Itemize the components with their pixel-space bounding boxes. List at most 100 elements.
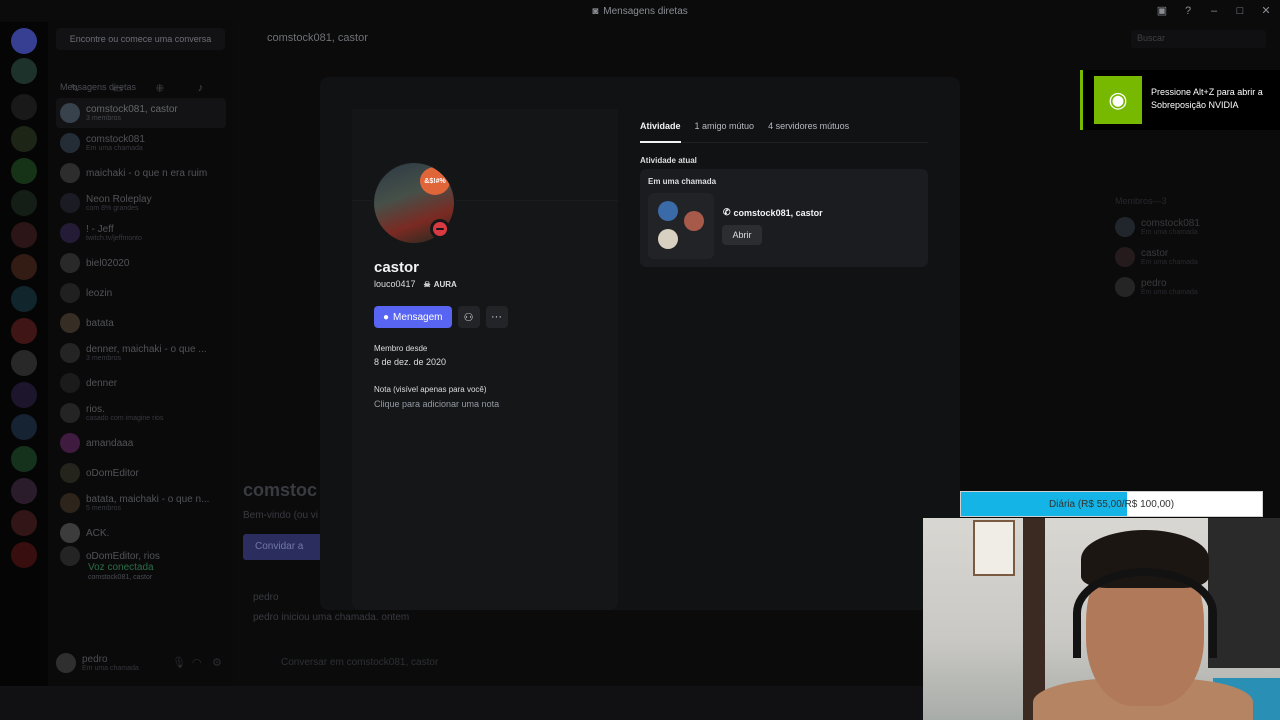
profile-username-row: louco0417 ☠ AURA bbox=[374, 279, 457, 289]
call-participants bbox=[648, 193, 714, 259]
tab-activity[interactable]: Atividade bbox=[640, 121, 681, 143]
activity-card: Em uma chamada ✆ comstock081, castor Abri… bbox=[640, 169, 928, 267]
member-item[interactable]: comstock081 Em uma chamada bbox=[1115, 212, 1280, 242]
avatar bbox=[658, 229, 678, 249]
profile-card: &$!#% castor louco0417 ☠ AURA ● Mensagem ⚇… bbox=[352, 109, 618, 610]
server-rail bbox=[0, 22, 48, 712]
member-since-date: 8 de dez. de 2020 bbox=[374, 357, 447, 367]
dm-item[interactable]: denner, maichaki - o que ... 3 membros bbox=[56, 338, 226, 368]
member-item[interactable]: pedro Em uma chamada bbox=[1115, 272, 1280, 302]
avatar bbox=[60, 103, 80, 123]
server-icon[interactable] bbox=[11, 414, 37, 440]
server-icon[interactable] bbox=[11, 350, 37, 376]
goal-text: Diária (R$ 55,00/R$ 100,00) bbox=[1048, 498, 1175, 510]
dm-item[interactable]: comstock081 Em uma chamada bbox=[56, 128, 226, 158]
note-input[interactable]: Clique para adicionar uma nota bbox=[374, 399, 499, 409]
member-item[interactable]: castor Em uma chamada bbox=[1115, 242, 1280, 272]
help-icon[interactable]: ? bbox=[1182, 5, 1194, 17]
tab-mutual-servers[interactable]: 4 servidores mútuos bbox=[768, 121, 849, 143]
server-icon[interactable] bbox=[11, 286, 37, 312]
dm-name: biel02020 bbox=[86, 257, 130, 269]
member-since-label: Membro desde bbox=[374, 344, 428, 353]
dm-item[interactable]: comstock081, castor 3 membros bbox=[56, 98, 226, 128]
dm-item[interactable]: batata bbox=[56, 308, 226, 338]
dm-name: ! - Jeff bbox=[86, 224, 114, 235]
server-icon[interactable] bbox=[11, 446, 37, 472]
maximize-button[interactable]: □ bbox=[1234, 5, 1246, 17]
current-activity-label: Atividade atual bbox=[640, 156, 697, 165]
find-conversation-button[interactable]: Encontre ou comece uma conversa bbox=[56, 28, 225, 50]
dm-item[interactable]: biel02020 bbox=[56, 248, 226, 278]
guild-tag[interactable]: ☠ AURA bbox=[424, 280, 457, 289]
dm-sub: 5 membros bbox=[86, 505, 122, 512]
dm-sub: twitch.tv/jeffmonto bbox=[86, 235, 142, 242]
avatar bbox=[658, 201, 678, 221]
dm-item[interactable]: ! - Jeff twitch.tv/jeffmonto bbox=[56, 218, 226, 248]
inbox-icon[interactable]: ▣ bbox=[1156, 5, 1168, 17]
voice-channel[interactable]: comstock081, castor bbox=[88, 574, 152, 581]
activities-icon[interactable]: ⁜ bbox=[155, 82, 169, 96]
add-friend-button[interactable]: ⚇ bbox=[457, 306, 480, 328]
home-button[interactable] bbox=[11, 28, 37, 54]
headphones-icon[interactable]: ◠ bbox=[192, 656, 206, 670]
close-button[interactable]: ✕ bbox=[1260, 5, 1272, 17]
chat-header: comstock081, castor Buscar bbox=[233, 22, 1280, 54]
avatar bbox=[60, 223, 80, 243]
window-title: ◙ Mensagens diretas bbox=[592, 5, 688, 17]
server-icon[interactable] bbox=[11, 126, 37, 152]
open-call-button[interactable]: Abrir bbox=[722, 225, 762, 245]
chat-bubble-icon: ● bbox=[383, 311, 390, 323]
avatar bbox=[60, 523, 80, 543]
server-icon[interactable] bbox=[11, 58, 37, 84]
message-input[interactable]: Conversar em comstock081, castor bbox=[245, 649, 925, 677]
microphone-icon[interactable]: 🎙 bbox=[172, 656, 186, 670]
member-list-header: Membros—3 bbox=[1115, 196, 1167, 206]
dm-item[interactable]: Neon Roleplay com 8% grandes bbox=[56, 188, 226, 218]
avatar bbox=[60, 373, 80, 393]
chat-title: comstock081, castor bbox=[267, 32, 368, 44]
more-options-button[interactable]: ··· bbox=[485, 306, 508, 328]
dm-item[interactable]: denner bbox=[56, 368, 226, 398]
server-icon[interactable] bbox=[11, 222, 37, 248]
dm-sub: com 8% grandes bbox=[86, 205, 139, 212]
avatar[interactable] bbox=[56, 653, 76, 673]
server-icon[interactable] bbox=[11, 190, 37, 216]
dm-item[interactable]: amandaaa bbox=[56, 428, 226, 458]
screen-share-icon[interactable]: ▭ bbox=[113, 82, 127, 96]
user-name: pedro bbox=[82, 654, 108, 665]
invite-button[interactable]: Convidar a bbox=[243, 534, 323, 560]
dm-item[interactable]: leozin bbox=[56, 278, 226, 308]
avatar bbox=[60, 313, 80, 333]
system-message: pedro bbox=[253, 592, 279, 603]
server-icon[interactable] bbox=[11, 542, 37, 568]
server-icon[interactable] bbox=[11, 478, 37, 504]
dm-item[interactable]: rios. casado com imagine rios bbox=[56, 398, 226, 428]
dm-name: leozin bbox=[86, 287, 113, 299]
dm-item[interactable]: oDomEditor bbox=[56, 458, 226, 488]
server-icon[interactable] bbox=[11, 382, 37, 408]
avatar bbox=[60, 493, 80, 513]
server-icon[interactable] bbox=[11, 254, 37, 280]
camera-off-icon[interactable]: ✎ bbox=[70, 82, 84, 96]
server-icon[interactable] bbox=[11, 94, 37, 120]
minimize-button[interactable]: – bbox=[1208, 5, 1220, 17]
voice-controls: ✎ ▭ ⁜ ♪ bbox=[56, 82, 226, 96]
dm-name: batata, maichaki - o que n... bbox=[86, 494, 210, 505]
server-icon[interactable] bbox=[11, 510, 37, 536]
message-button[interactable]: ● Mensagem bbox=[374, 306, 452, 328]
soundboard-icon[interactable]: ♪ bbox=[198, 82, 212, 96]
dm-name: ACK. bbox=[86, 527, 110, 539]
tab-mutual-friends[interactable]: 1 amigo mútuo bbox=[695, 121, 755, 143]
server-icon[interactable] bbox=[11, 158, 37, 184]
do-not-disturb-icon bbox=[430, 219, 450, 239]
dm-sidebar: Encontre ou comece uma conversa Mensagen… bbox=[48, 22, 233, 712]
gear-icon[interactable]: ⚙ bbox=[212, 656, 226, 670]
dm-item[interactable]: batata, maichaki - o que n... 5 membros bbox=[56, 488, 226, 518]
avatar bbox=[1115, 247, 1135, 267]
avatar bbox=[1115, 277, 1135, 297]
search-input[interactable]: Buscar bbox=[1131, 30, 1266, 48]
dm-item[interactable]: maichaki - o que n era ruim bbox=[56, 158, 226, 188]
server-icon[interactable] bbox=[11, 318, 37, 344]
profile-avatar: &$!#% bbox=[372, 161, 456, 245]
dm-name: oDomEditor bbox=[86, 467, 139, 479]
